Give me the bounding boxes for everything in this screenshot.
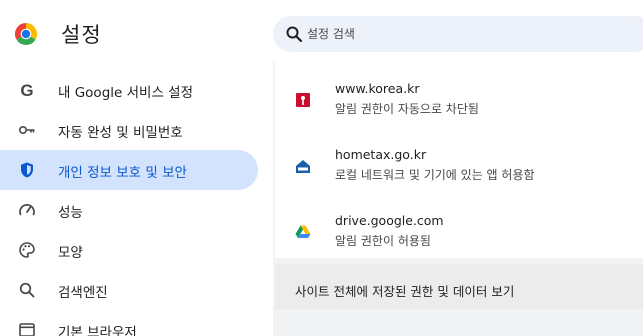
svg-text:G: G: [20, 81, 33, 99]
site-row-hometax[interactable]: hometax.go.kr 로컬 네트워크 및 기기에 있는 앱 허용함: [275, 132, 643, 198]
sidebar-item-appearance[interactable]: 모양: [0, 230, 258, 270]
sidebar-item-label: 내 Google 서비스 설정: [58, 85, 193, 101]
google-drive-icon: [295, 225, 311, 238]
sidebar-item-autofill[interactable]: 자동 완성 및 비밀번호: [0, 110, 258, 150]
sidebar-item-performance[interactable]: 성능: [0, 190, 258, 230]
recent-activity-card: www.korea.kr 알림 권한이 자동으로 차단됨 hometax.go.…: [275, 62, 643, 258]
search-icon: [19, 282, 35, 298]
chrome-logo-icon: [14, 23, 38, 46]
search-icon: [286, 26, 303, 43]
speedometer-icon: [19, 204, 35, 216]
google-g-icon: G: [20, 81, 33, 99]
palette-icon: [19, 242, 35, 258]
site-name: hometax.go.kr: [335, 147, 427, 162]
sidebar-item-privacy-security[interactable]: 개인 정보 보호 및 보안: [0, 150, 258, 190]
sidebar-item-label: 자동 완성 및 비밀번호: [58, 125, 183, 141]
view-all-site-data-label: 사이트 전체에 저장된 권한 및 데이터 보기: [295, 284, 515, 299]
site-name: www.korea.kr: [335, 81, 420, 96]
site-permission-description: 알림 권한이 자동으로 차단됨: [335, 102, 479, 116]
browser-window-icon: [19, 323, 35, 336]
settings-sidebar: G 내 Google 서비스 설정 자동 완성 및 비밀번호 개인 정보 보호 …: [0, 66, 273, 336]
sidebar-item-label: 검색엔진: [58, 285, 108, 301]
sidebar-item-google-services[interactable]: G 내 Google 서비스 설정: [0, 70, 258, 110]
site-row-google-drive[interactable]: drive.google.com 알림 권한이 허용됨: [275, 198, 643, 264]
korea-site-icon: [296, 93, 310, 107]
sidebar-item-label: 기본 브라우저: [58, 325, 137, 336]
view-all-site-data-button[interactable]: 사이트 전체에 저장된 권한 및 데이터 보기: [275, 264, 643, 310]
settings-header: 설정: [0, 0, 643, 66]
page-title: 설정: [61, 23, 102, 47]
site-permission-description: 알림 권한이 허용됨: [335, 234, 431, 248]
settings-main-panel: www.korea.kr 알림 권한이 자동으로 차단됨 hometax.go.…: [273, 62, 643, 336]
key-icon: [18, 126, 35, 135]
sidebar-item-label: 모양: [58, 245, 83, 261]
sidebar-item-default-browser[interactable]: 기본 브라우저: [0, 310, 258, 336]
sidebar-item-label: 성능: [58, 205, 83, 221]
site-name: drive.google.com: [335, 213, 444, 228]
sidebar-item-search-engine[interactable]: 검색엔진: [0, 270, 258, 310]
sidebar-item-label: 개인 정보 보호 및 보안: [58, 165, 187, 181]
site-row-korea[interactable]: www.korea.kr 알림 권한이 자동으로 차단됨: [275, 66, 643, 132]
search-input[interactable]: [307, 16, 627, 52]
site-permission-description: 로컬 네트워크 및 기기에 있는 앱 허용함: [335, 168, 535, 182]
settings-search-box[interactable]: [273, 16, 643, 52]
hometax-site-icon: [295, 158, 311, 174]
shield-icon: [21, 162, 33, 178]
